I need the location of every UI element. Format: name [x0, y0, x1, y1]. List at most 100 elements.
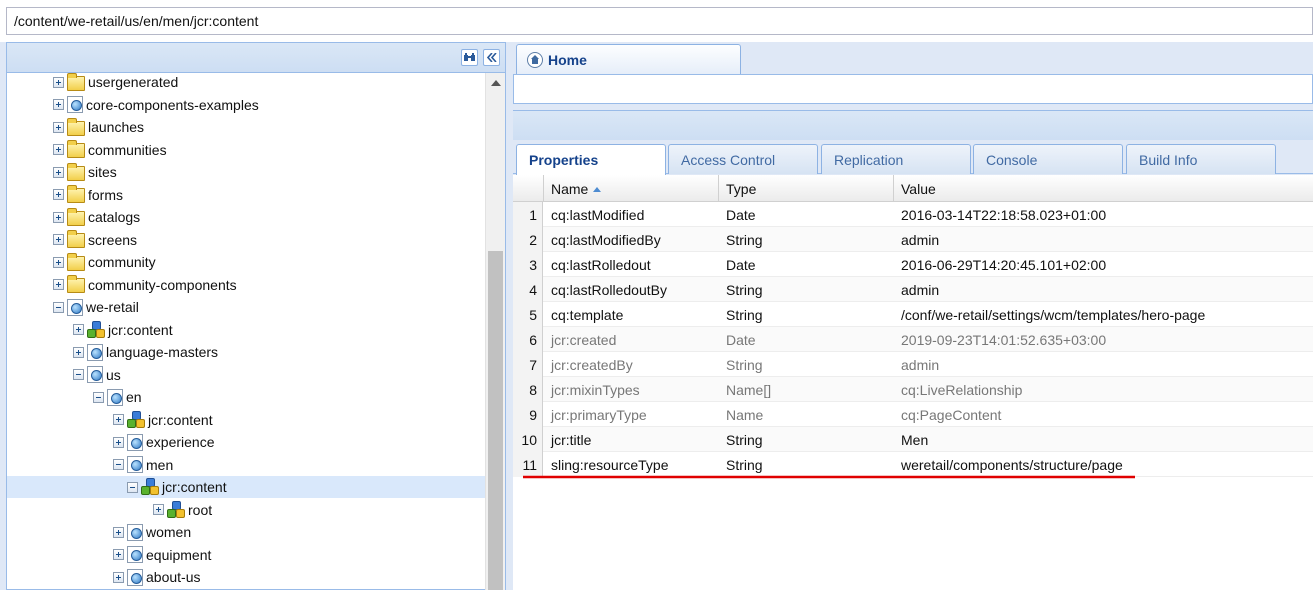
tree-node[interactable]: root [153, 499, 212, 521]
tab-build-info[interactable]: Build Info [1126, 144, 1276, 174]
repository-tree-panel: usergenerated core-components-examples lau… [6, 42, 506, 590]
path-input[interactable] [6, 7, 1313, 35]
table-row[interactable]: 11 sling:resourceType String weretail/compo… [513, 452, 1313, 477]
expand-icon[interactable] [53, 76, 64, 88]
expand-icon[interactable] [113, 414, 124, 425]
collapse-icon[interactable] [53, 301, 64, 313]
page-icon [127, 523, 143, 541]
tree-node-label: jcr:content [108, 321, 173, 338]
page-icon [127, 456, 143, 473]
tree-node[interactable]: jcr:content [113, 409, 213, 431]
tree-node[interactable]: women [113, 521, 191, 543]
property-value: 2016-03-14T22:18:58.023+01:00 [901, 207, 1107, 223]
property-type: String [726, 457, 763, 473]
tree-node[interactable]: sites [53, 161, 117, 183]
tree-node[interactable]: us [73, 364, 121, 386]
row-number: 6 [513, 327, 543, 352]
expand-icon[interactable] [113, 549, 124, 560]
grid-header: Name Type Value [513, 175, 1313, 202]
tab-home[interactable]: Home [516, 44, 741, 74]
tree-node-label: catalogs [88, 209, 141, 225]
folder-icon [67, 252, 85, 271]
tree-node[interactable]: experience [113, 431, 215, 453]
binoculars-icon[interactable] [461, 49, 478, 66]
component-node-icon [87, 320, 105, 339]
expand-icon[interactable] [113, 436, 124, 448]
table-row[interactable]: 7 jcr:createdBy String admin [513, 352, 1313, 377]
collapse-icon[interactable] [73, 369, 84, 380]
tree-node[interactable]: about-us [113, 566, 200, 588]
property-name: cq:lastRolledout [551, 257, 651, 273]
page-icon [127, 568, 143, 586]
tree-node[interactable]: community [53, 251, 156, 273]
expand-icon[interactable] [113, 571, 124, 583]
property-name: cq:template [551, 307, 624, 323]
expand-icon[interactable] [113, 526, 124, 538]
expand-icon[interactable] [73, 346, 84, 358]
tree-node-label: screens [88, 231, 138, 248]
tree-node[interactable]: language-masters [73, 341, 218, 363]
tree-node[interactable]: launches [53, 116, 144, 138]
tree-node[interactable]: jcr:content [7, 476, 485, 498]
table-row[interactable]: 8 jcr:mixinTypes Name[] cq:LiveRelationship [513, 377, 1313, 402]
expand-icon[interactable] [53, 234, 64, 245]
tree-node[interactable]: we-retail [53, 296, 139, 318]
page-icon [107, 388, 123, 406]
table-row[interactable]: 1 cq:lastModified Date 2016-03-14T22:18:58.… [513, 202, 1313, 227]
tab-console[interactable]: Console [973, 144, 1123, 174]
folder-icon [67, 140, 85, 158]
tree-node[interactable]: catalogs [53, 206, 140, 228]
property-value: admin [901, 282, 940, 298]
expand-icon[interactable] [53, 121, 64, 133]
property-type: Name[] [726, 382, 772, 398]
tree-node[interactable]: men [113, 454, 173, 476]
tab-access-control[interactable]: Access Control [668, 144, 818, 174]
expand-icon[interactable] [153, 504, 164, 515]
expand-icon[interactable] [53, 189, 64, 200]
expand-icon[interactable] [73, 324, 84, 335]
property-name: jcr:title [551, 432, 592, 448]
collapse-icon[interactable] [113, 459, 124, 470]
tree-node[interactable]: equipment [113, 544, 211, 566]
table-row[interactable]: 3 cq:lastRolledout Date 2016-06-29T14:20:45… [513, 252, 1313, 277]
tree-node[interactable]: screens [53, 229, 137, 251]
page-icon [127, 546, 143, 563]
tab-replication[interactable]: Replication [821, 144, 971, 174]
scroll-up-arrow-icon[interactable] [491, 80, 501, 86]
tree-node[interactable]: communities [53, 139, 167, 161]
expand-icon[interactable] [53, 256, 64, 268]
collapse-icon[interactable] [93, 391, 104, 403]
column-header-value[interactable]: Value [893, 175, 1313, 202]
scroll-thumb[interactable] [488, 251, 503, 590]
property-value: Men [901, 432, 929, 448]
collapse-icon[interactable] [127, 481, 138, 493]
row-number: 9 [513, 402, 543, 427]
expand-icon[interactable] [53, 211, 64, 223]
tab-properties[interactable]: Properties [516, 144, 666, 175]
expand-icon[interactable] [53, 144, 64, 155]
tree-node[interactable]: forms [53, 184, 123, 206]
tree-scrollbar[interactable] [485, 73, 505, 590]
expand-icon[interactable] [53, 166, 64, 178]
tree-node[interactable]: jcr:content [73, 319, 173, 341]
tree-node[interactable]: usergenerated [53, 73, 178, 93]
table-row[interactable]: 10 jcr:title String Men [513, 427, 1313, 452]
expand-icon[interactable] [53, 99, 64, 110]
address-bar [0, 0, 1313, 42]
property-name: cq:lastRolledoutBy [551, 282, 667, 298]
property-value: cq:PageContent [901, 407, 1002, 423]
row-number: 3 [513, 252, 543, 277]
table-row[interactable]: 9 jcr:primaryType Name cq:PageContent [513, 402, 1313, 427]
table-row[interactable]: 5 cq:template String/conf/we-retail/settin… [513, 302, 1313, 327]
column-header-type[interactable]: Type [718, 175, 893, 202]
column-header-name[interactable]: Name [543, 175, 718, 202]
tree-node[interactable]: core-components-examples [53, 94, 259, 116]
expand-icon[interactable] [53, 279, 64, 290]
tree-node-label: women [146, 524, 192, 540]
table-row[interactable]: 4 cq:lastRolledoutBy String admin [513, 277, 1313, 302]
table-row[interactable]: 2 cq:lastModifiedBy String admin [513, 227, 1313, 252]
tree-node[interactable]: community-components [53, 274, 237, 296]
table-row[interactable]: 6 jcr:created Date 2019-09-23T14:01:52.635+… [513, 327, 1313, 352]
tree-node[interactable]: en [93, 386, 142, 408]
collapse-panel-icon[interactable] [483, 49, 500, 66]
